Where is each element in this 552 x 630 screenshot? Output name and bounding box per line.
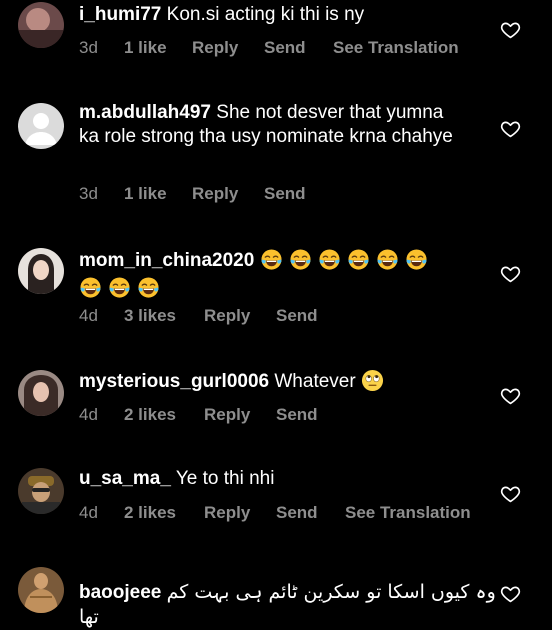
comment-likes[interactable]: 2 likes: [124, 405, 176, 425]
avatar[interactable]: [18, 2, 64, 48]
comment-time: 4d: [79, 405, 98, 424]
face-with-tears-of-joy-icon: [261, 249, 282, 270]
comment-time: 4d: [79, 306, 98, 325]
reply-button[interactable]: Reply: [192, 38, 238, 58]
heart-outline-icon[interactable]: [500, 483, 521, 504]
comment-likes[interactable]: 1 like: [124, 184, 167, 204]
face-with-tears-of-joy-icon: [406, 249, 427, 270]
comment-time: 3d: [79, 184, 98, 203]
send-button[interactable]: Send: [264, 184, 306, 204]
face-with-tears-of-joy-icon: [319, 249, 340, 270]
send-button[interactable]: Send: [264, 38, 306, 58]
comment-username[interactable]: i_humi77: [79, 4, 161, 25]
reply-button[interactable]: Reply: [204, 405, 250, 425]
face-with-tears-of-joy-icon: [348, 249, 369, 270]
face-with-tears-of-joy-icon: [109, 277, 130, 298]
reply-button[interactable]: Reply: [204, 306, 250, 326]
comment-time: 3d: [79, 38, 98, 57]
send-button[interactable]: Send: [276, 405, 318, 425]
reply-button[interactable]: Reply: [204, 503, 250, 523]
comment-username[interactable]: mysterious_gurl0006: [79, 371, 269, 392]
see-translation-button[interactable]: See Translation: [333, 38, 459, 58]
see-translation-button[interactable]: See Translation: [345, 503, 471, 523]
avatar[interactable]: [18, 567, 64, 613]
face-with-tears-of-joy-icon: [377, 249, 398, 270]
heart-outline-icon[interactable]: [500, 385, 521, 406]
avatar[interactable]: [18, 468, 64, 514]
send-button[interactable]: Send: [276, 306, 318, 326]
comment-likes[interactable]: 3 likes: [124, 306, 176, 326]
face-with-tears-of-joy-icon: [138, 277, 159, 298]
avatar[interactable]: [18, 248, 64, 294]
face-with-tears-of-joy-icon: [290, 249, 311, 270]
comment-username[interactable]: baoojeee: [79, 582, 161, 603]
comment-username[interactable]: m.abdullah497: [79, 102, 211, 123]
heart-outline-icon[interactable]: [500, 263, 521, 284]
comment-username[interactable]: u_sa_ma_: [79, 468, 171, 489]
comment-text: Whatever: [274, 371, 356, 392]
send-button[interactable]: Send: [276, 503, 318, 523]
face-with-tears-of-joy-icon: [80, 277, 101, 298]
reply-button[interactable]: Reply: [192, 184, 238, 204]
face-with-rolling-eyes-icon: [361, 369, 384, 392]
comment-time: 4d: [79, 503, 98, 522]
avatar[interactable]: [18, 370, 64, 416]
comment-likes[interactable]: 1 like: [124, 38, 167, 58]
heart-outline-icon[interactable]: [500, 583, 521, 604]
comment-text: Kon.si acting ki thi is ny: [166, 4, 365, 25]
comment-username[interactable]: mom_in_china2020: [79, 250, 254, 271]
comment-text: Ye to thi nhi: [175, 468, 275, 489]
comment-likes[interactable]: 2 likes: [124, 503, 176, 523]
default-avatar-icon[interactable]: [18, 103, 64, 149]
heart-outline-icon[interactable]: [500, 19, 521, 40]
heart-outline-icon[interactable]: [500, 118, 521, 139]
